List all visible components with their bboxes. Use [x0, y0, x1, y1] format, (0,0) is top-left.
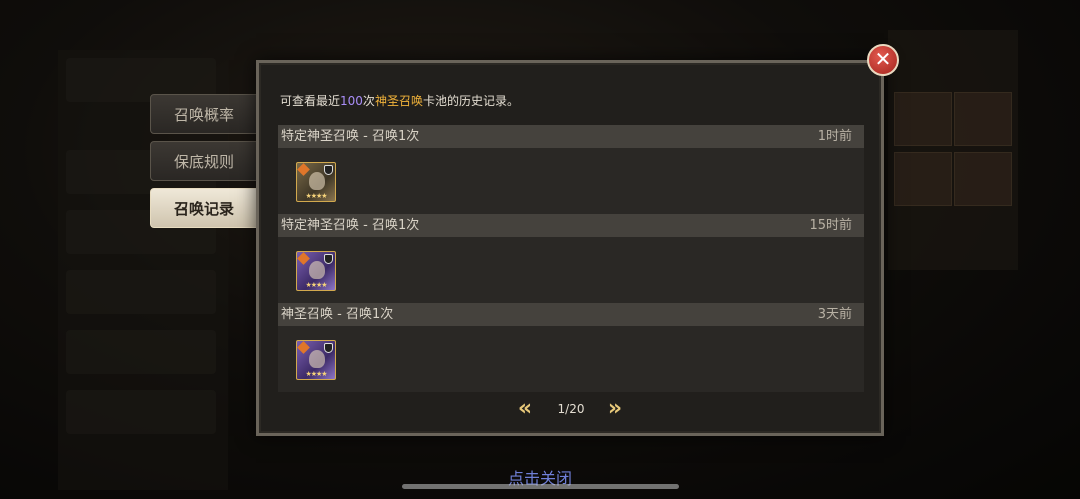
- fire-element-icon: [297, 252, 310, 265]
- record-time: 1时前: [817, 129, 852, 144]
- record-body: ★★★★: [278, 326, 864, 392]
- double-chevron-left-icon[interactable]: «: [513, 397, 537, 421]
- record-time: 3天前: [817, 307, 852, 322]
- close-icon[interactable]: ✕: [867, 44, 899, 76]
- record-count: 100: [340, 94, 363, 108]
- hero-portrait-icon[interactable]: ★★★★: [296, 340, 336, 380]
- record-title: 神圣召唤 - 召唤1次: [281, 307, 394, 322]
- fire-element-icon: [297, 341, 310, 354]
- role-shield-icon: [324, 254, 333, 264]
- tab-pity-rules[interactable]: 保底规则: [150, 141, 258, 181]
- record-header: 特定神圣召唤 - 召唤1次 15时前: [278, 214, 864, 237]
- star-rating: ★★★★: [305, 370, 327, 378]
- hero-portrait-icon[interactable]: ★★★★: [296, 251, 336, 291]
- hero-portrait-icon[interactable]: ★★★★: [296, 162, 336, 202]
- home-indicator-bar: [402, 484, 679, 489]
- tab-summon-rates[interactable]: 召唤概率: [150, 94, 258, 134]
- record-title: 特定神圣召唤 - 召唤1次: [281, 218, 420, 233]
- tab-summon-history[interactable]: 召唤记录: [150, 188, 258, 228]
- record-header: 特定神圣召唤 - 召唤1次 1时前: [278, 125, 864, 148]
- star-rating: ★★★★: [305, 281, 327, 289]
- role-shield-icon: [324, 165, 333, 175]
- double-chevron-right-icon[interactable]: »: [603, 397, 627, 421]
- record-body: ★★★★: [278, 237, 864, 303]
- star-rating: ★★★★: [305, 192, 327, 200]
- record-header: 神圣召唤 - 召唤1次 3天前: [278, 303, 864, 326]
- record-body: ★★★★: [278, 148, 864, 214]
- history-description: 可查看最近100次神圣召唤卡池的历史记录。: [280, 94, 519, 108]
- pool-name: 神圣召唤: [374, 94, 423, 108]
- record-title: 特定神圣召唤 - 召唤1次: [281, 129, 420, 144]
- page-indicator: 1/20: [557, 402, 585, 416]
- fire-element-icon: [297, 163, 310, 176]
- record-time: 15时前: [809, 218, 852, 233]
- role-shield-icon: [324, 343, 333, 353]
